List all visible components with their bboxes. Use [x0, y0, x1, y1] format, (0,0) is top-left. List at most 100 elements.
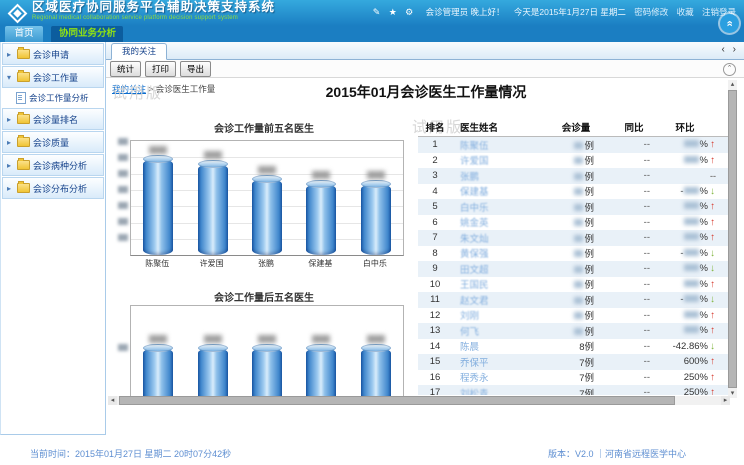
sidebar-item-会诊病种分析[interactable]: ▸会诊病种分析 [2, 154, 104, 176]
export-button[interactable]: 导出 [180, 61, 211, 77]
header-volume: 会诊量 [544, 120, 608, 134]
doctor-name-link[interactable]: 赵文君 [452, 293, 544, 307]
doctor-name-link[interactable]: 张鹏 [452, 169, 544, 183]
doctor-name-link[interactable]: 黄保强 [452, 246, 544, 260]
folder-icon [17, 137, 30, 147]
favorites-link[interactable]: 收藏 [677, 7, 694, 17]
mom-cell: % [660, 139, 710, 150]
sidebar: ▸会诊申请▾会诊工作量会诊工作量分析▸会诊量排名▸会诊质量▸会诊病种分析 ▸ 会诊分… [0, 42, 106, 435]
bar-value-blurred [258, 335, 276, 343]
tab-scroll-right-icon[interactable]: › [733, 44, 736, 55]
doctor-name-link[interactable]: 王国民 [452, 277, 544, 291]
volume-cell: 7例 [544, 386, 608, 395]
redacted-value [684, 187, 699, 194]
change-password-link[interactable]: 密码修改 [634, 7, 668, 17]
rank-cell: 5 [418, 201, 452, 212]
doctor-name-link[interactable]: 许爱国 [452, 153, 544, 167]
gear-icon[interactable]: ⚙ [405, 7, 413, 17]
yoy-cell: -- [608, 248, 660, 259]
table-row: 12刘刚例--%↑ [418, 308, 728, 324]
yoy-cell: -- [608, 294, 660, 305]
bar-bottom5-3 [252, 348, 282, 402]
doctor-name: 陈晨 [460, 342, 479, 353]
report-title: 2015年01月会诊医生工作量情况 [226, 82, 626, 102]
vertical-scrollbar-thumb[interactable] [728, 90, 737, 388]
volume-cell: 例 [544, 277, 608, 291]
y-tick-blurred [118, 154, 128, 161]
horizontal-scrollbar-thumb[interactable] [119, 396, 675, 405]
doctor-name-link[interactable]: 姚金英 [452, 215, 544, 229]
sidebar-item-会诊质量[interactable]: ▸会诊质量 [2, 131, 104, 153]
mom-cell: % [660, 263, 710, 274]
bar-许爱国 [198, 164, 228, 255]
trend-up-icon: ↑ [710, 155, 728, 166]
doctor-name: 王国民 [460, 280, 489, 291]
status-bar: 当前时间：2015年01月27日 星期二 20时07分42秒 版本：V2.0 ｜… [0, 439, 744, 465]
sidebar-item-label: 会诊分布分析 [33, 182, 87, 195]
star-icon[interactable]: ★ [389, 7, 397, 17]
chevron-right-icon: ▸ [7, 184, 14, 193]
tab-scroll-left-icon[interactable]: ‹ [722, 44, 725, 55]
breadcrumb-current: 会诊医生工作量 [156, 84, 216, 94]
doctor-name: 姚金英 [460, 218, 489, 229]
yoy-cell: -- [608, 387, 660, 395]
doctor-name-link[interactable]: 田文超 [452, 262, 544, 276]
doctor-name-link[interactable]: 刘刚 [452, 308, 544, 322]
content-tabstrip: 我的关注 ‹ › [106, 42, 744, 60]
doctor-name-link[interactable]: 何飞 [452, 324, 544, 338]
mom-cell: 250% [660, 372, 710, 383]
table-row: 9田文超例--%↓ [418, 261, 728, 277]
chart-top5-x-labels: 陈聚伍许爱国张鹏保建基白中乐 [130, 258, 402, 269]
redacted-value [684, 326, 699, 333]
y-tick-blurred [118, 138, 128, 145]
mom-cell: -% [660, 248, 710, 259]
trend-up-icon: ↑ [710, 139, 728, 150]
volume-cell: 例 [544, 138, 608, 152]
doctor-name: 乔保平 [460, 358, 489, 369]
redacted-value [574, 188, 583, 195]
table-row: 17刘松青7例--250%↑ [418, 385, 728, 395]
volume-cell: 例 [544, 324, 608, 338]
doctor-name-link[interactable]: 白中乐 [452, 200, 544, 214]
bar-张鹏 [252, 179, 282, 255]
print-button[interactable]: 打印 [145, 61, 176, 77]
header-mom: 环比 [660, 120, 710, 134]
chart-title: 会诊工作量后五名医生 [116, 289, 412, 304]
edit-icon[interactable]: ✎ [373, 7, 381, 17]
collapse-toolbar-icon[interactable]: ⌃ [723, 63, 736, 76]
sidebar-item-会诊分布分析[interactable]: ▸ 会诊分布分析 [2, 177, 104, 199]
tab-my-focus[interactable]: 我的关注 [111, 43, 167, 60]
doctor-name-link[interactable]: 程秀永 [452, 370, 544, 384]
scroll-up-icon[interactable]: ▴ [728, 80, 737, 89]
nav-tab-business-analysis[interactable]: 协同业务分析 [51, 26, 123, 42]
statistics-button[interactable]: 统计 [110, 61, 141, 77]
doctor-name-link[interactable]: 陈聚伍 [452, 138, 544, 152]
collapse-header-button[interactable]: « [720, 14, 739, 33]
doctor-name-link[interactable]: 保建基 [452, 184, 544, 198]
scroll-right-icon[interactable]: ▸ [721, 396, 730, 405]
sidebar-subitem-会诊工作量分析[interactable]: 会诊工作量分析 [1, 89, 105, 107]
bar-value-blurred [367, 171, 385, 179]
nav-tab-home[interactable]: 首页 [5, 26, 43, 42]
rank-cell: 3 [418, 170, 452, 181]
breadcrumb-link[interactable]: 我的关注 [112, 84, 146, 94]
sidebar-item-会诊工作量[interactable]: ▾会诊工作量 [2, 66, 104, 88]
trend-down-icon: ↓ [710, 263, 728, 274]
bar-value-blurred [312, 335, 330, 343]
sidebar-item-会诊申请[interactable]: ▸会诊申请 [2, 43, 104, 65]
doctor-name: 田文超 [460, 265, 489, 276]
doctor-name-link[interactable]: 刘松青 [452, 386, 544, 395]
doctor-name-link[interactable]: 朱文灿 [452, 231, 544, 245]
yoy-cell: -- [608, 201, 660, 212]
folder-icon [17, 114, 30, 124]
app-subtitle: Regional medical collaboration service p… [32, 15, 275, 21]
sidebar-item-会诊量排名[interactable]: ▸会诊量排名 [2, 108, 104, 130]
folder-icon [17, 160, 30, 170]
doctor-name: 程秀永 [460, 373, 489, 384]
bar-陈聚伍 [143, 159, 173, 255]
doctor-name-link[interactable]: 陈晨 [452, 339, 544, 353]
doctor-name-link[interactable]: 乔保平 [452, 355, 544, 369]
vertical-scrollbar[interactable]: ▴ ▾ [728, 80, 737, 398]
scroll-left-icon[interactable]: ◂ [108, 396, 117, 405]
horizontal-scrollbar[interactable]: ◂ ▸ [108, 396, 730, 405]
